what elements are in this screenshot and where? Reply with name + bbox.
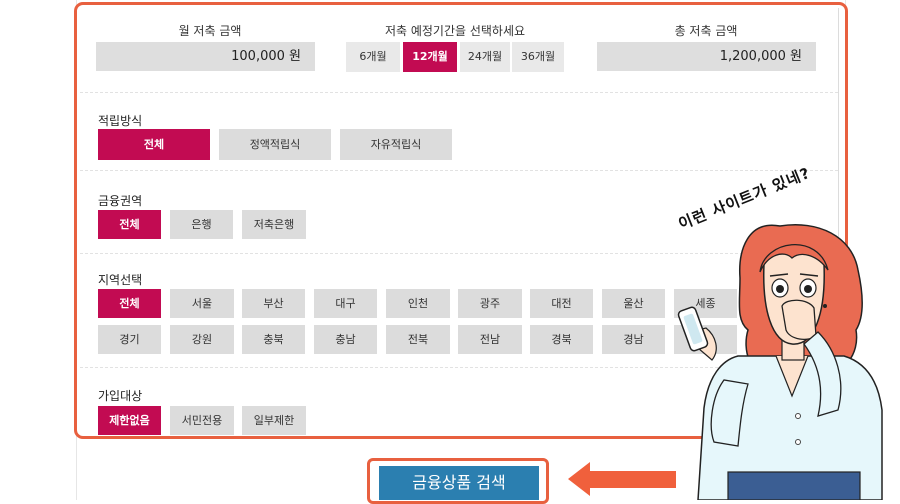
- arrow-left-icon: [568, 462, 676, 496]
- region-seoul-button[interactable]: 서울: [170, 289, 234, 318]
- sector-savings-bank-button[interactable]: 저축은행: [242, 210, 306, 239]
- eligibility-partial-button[interactable]: 일부제한: [242, 406, 306, 435]
- eligibility-low-income-button[interactable]: 서민전용: [170, 406, 234, 435]
- monthly-amount-label: 월 저축 금액: [178, 24, 242, 38]
- region-jeonnam-button[interactable]: 전남: [458, 325, 522, 354]
- section-divider: [80, 92, 838, 93]
- region-chungnam-button[interactable]: 충남: [314, 325, 377, 354]
- period-12-months-button[interactable]: 12개월: [403, 42, 457, 72]
- savings-method-fixed-button[interactable]: 정액적립식: [219, 129, 331, 160]
- region-daejeon-button[interactable]: 대전: [530, 289, 593, 318]
- financial-product-search-button[interactable]: 금융상품 검색: [379, 466, 539, 500]
- section-divider: [80, 170, 838, 171]
- period-24-months-button[interactable]: 24개월: [460, 42, 510, 72]
- region-daegu-button[interactable]: 대구: [314, 289, 377, 318]
- sector-bank-button[interactable]: 은행: [170, 210, 233, 239]
- region-chungbuk-button[interactable]: 충북: [242, 325, 305, 354]
- savings-method-all-button[interactable]: 전체: [98, 129, 210, 160]
- region-gyeongnam-button[interactable]: 경남: [602, 325, 665, 354]
- region-gyeonggi-button[interactable]: 경기: [98, 325, 161, 354]
- region-ulsan-button[interactable]: 울산: [602, 289, 665, 318]
- total-amount-field: 1,200,000 원: [597, 42, 816, 71]
- period-label: 저축 예정기간을 선택하세요: [384, 24, 526, 38]
- surprised-woman-illustration: [677, 224, 883, 500]
- financial-sector-label: 금융권역: [98, 194, 143, 208]
- region-incheon-button[interactable]: 인천: [386, 289, 450, 318]
- total-amount-label: 총 저축 금액: [674, 24, 738, 38]
- eligibility-label: 가입대상: [98, 389, 143, 403]
- period-36-months-button[interactable]: 36개월: [512, 42, 564, 72]
- region-all-button[interactable]: 전체: [98, 289, 161, 318]
- sector-all-button[interactable]: 전체: [98, 210, 161, 239]
- region-gwangju-button[interactable]: 광주: [458, 289, 522, 318]
- region-gyeongbuk-button[interactable]: 경북: [530, 325, 593, 354]
- period-6-months-button[interactable]: 6개월: [346, 42, 400, 72]
- eligibility-unrestricted-button[interactable]: 제한없음: [98, 406, 161, 435]
- region-jeonbuk-button[interactable]: 전북: [386, 325, 450, 354]
- monthly-amount-field[interactable]: 100,000 원: [96, 42, 315, 71]
- savings-method-free-button[interactable]: 자유적립식: [340, 129, 452, 160]
- region-gangwon-button[interactable]: 강원: [170, 325, 234, 354]
- savings-method-label: 적립방식: [98, 114, 143, 128]
- region-label: 지역선택: [98, 273, 143, 287]
- region-busan-button[interactable]: 부산: [242, 289, 305, 318]
